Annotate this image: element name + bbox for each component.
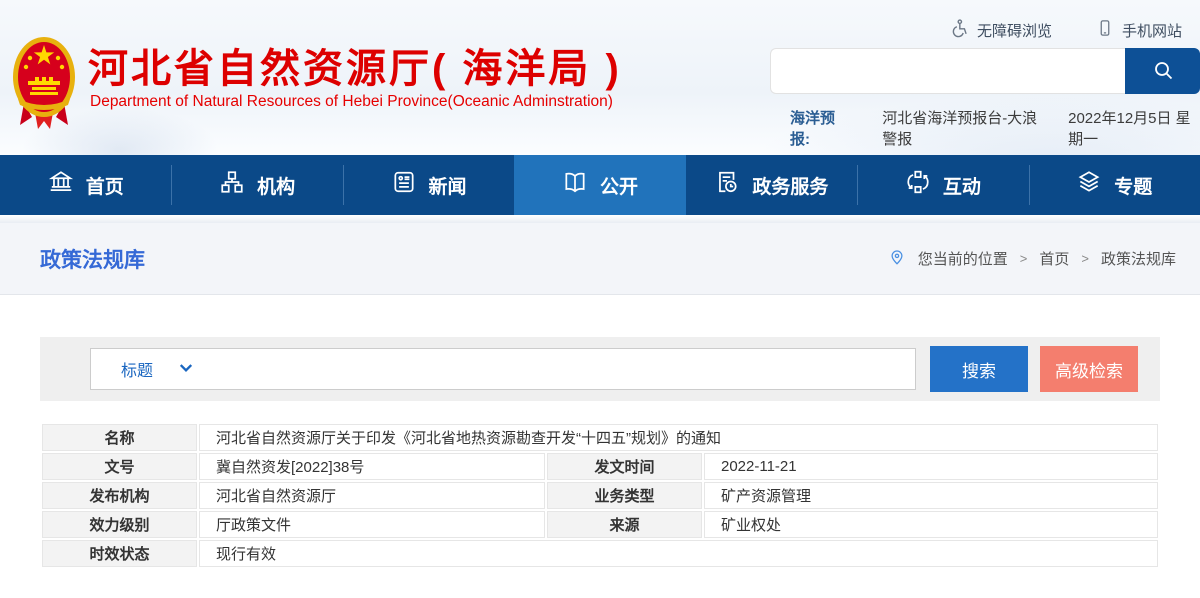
policy-search-band: 标题 搜索 高级检索 <box>40 337 1160 401</box>
nav-label: 互动 <box>943 172 981 199</box>
field-value: 厅政策文件 <box>199 511 545 538</box>
mobile-site-label: 手机网站 <box>1122 20 1182 41</box>
nav-label: 首页 <box>86 172 124 199</box>
table-row: 文号 冀自然资发[2022]38号 发文时间 2022-11-21 <box>42 453 1158 480</box>
location-pin-icon <box>888 247 906 271</box>
nav-item-news[interactable]: 新闻 <box>343 155 514 215</box>
nav-item-org[interactable]: 机构 <box>171 155 342 215</box>
accessibility-link[interactable]: 无障碍浏览 <box>949 18 1052 42</box>
search-icon <box>1151 58 1175 85</box>
breadcrumb-separator: > <box>1020 251 1028 266</box>
nav-label: 公开 <box>600 172 638 199</box>
field-value: 河北省自然资源厅关于印发《河北省地热资源勘查开发“十四五”规划》的通知 <box>199 424 1158 451</box>
topbar-links: 无障碍浏览 手机网站 <box>949 18 1182 42</box>
field-label: 来源 <box>547 511 702 538</box>
nav-item-services[interactable]: 政务服务 <box>686 155 857 215</box>
main-nav: 首页 机构 新闻 公开 <box>0 155 1200 215</box>
nav-item-public[interactable]: 公开 <box>514 155 685 215</box>
mobile-site-link[interactable]: 手机网站 <box>1096 18 1182 42</box>
field-label: 业务类型 <box>547 482 702 509</box>
site-title: 河北省自然资源厅( 海洋局 ) <box>88 36 622 94</box>
page-title: 政策法规库 <box>40 244 145 274</box>
accessibility-label: 无障碍浏览 <box>977 20 1052 41</box>
policy-detail-table: 名称 河北省自然资源厅关于印发《河北省地热资源勘查开发“十四五”规划》的通知 文… <box>40 422 1160 569</box>
accessibility-icon <box>949 18 969 42</box>
breadcrumb-separator: > <box>1081 251 1089 266</box>
breadcrumb-bar: 政策法规库 您当前的位置 > 首页 > 政策法规库 <box>0 223 1200 295</box>
header-search-button[interactable] <box>1125 48 1200 94</box>
news-icon <box>391 169 417 201</box>
field-value: 冀自然资发[2022]38号 <box>199 453 545 480</box>
field-label: 时效状态 <box>42 540 197 567</box>
field-value: 矿业权处 <box>704 511 1158 538</box>
national-emblem-logo <box>10 33 78 138</box>
breadcrumb: 您当前的位置 > 首页 > 政策法规库 <box>888 247 1176 271</box>
interact-icon <box>905 169 931 201</box>
table-row: 名称 河北省自然资源厅关于印发《河北省地热资源勘查开发“十四五”规划》的通知 <box>42 424 1158 451</box>
field-label: 效力级别 <box>42 511 197 538</box>
nav-label: 专题 <box>1114 172 1152 199</box>
forecast-station[interactable]: 河北省海洋预报台-大浪警报 <box>882 107 1042 149</box>
table-row: 效力级别 厅政策文件 来源 矿业权处 <box>42 511 1158 538</box>
forecast-label: 海洋预报: <box>790 107 846 149</box>
table-row: 时效状态 现行有效 <box>42 540 1158 567</box>
nav-label: 机构 <box>257 172 295 199</box>
home-icon <box>48 169 74 201</box>
nav-label: 政务服务 <box>752 172 828 199</box>
org-icon <box>219 169 245 201</box>
breadcrumb-home[interactable]: 首页 <box>1039 248 1069 269</box>
header-search <box>770 48 1200 94</box>
policy-search-input[interactable] <box>203 349 915 389</box>
ocean-forecast-bar: 海洋预报: 河北省海洋预报台-大浪警报 2022年12月5日 星期一 <box>790 107 1200 149</box>
field-selector-label: 标题 <box>121 357 153 381</box>
field-label: 发布机构 <box>42 482 197 509</box>
field-value: 矿产资源管理 <box>704 482 1158 509</box>
breadcrumb-current[interactable]: 政策法规库 <box>1101 248 1176 269</box>
site-header: 无障碍浏览 手机网站 <box>0 0 1200 155</box>
field-label: 名称 <box>42 424 197 451</box>
chevron-down-icon <box>179 360 193 378</box>
nav-item-home[interactable]: 首页 <box>0 155 171 215</box>
nav-shadow-strip <box>0 215 1200 223</box>
field-label: 文号 <box>42 453 197 480</box>
topics-icon <box>1076 169 1102 201</box>
services-icon <box>714 169 740 201</box>
breadcrumb-location-label: 您当前的位置 <box>918 248 1008 269</box>
nav-label: 新闻 <box>429 172 467 199</box>
policy-search-combo: 标题 <box>90 348 916 390</box>
mobile-phone-icon <box>1096 18 1114 42</box>
table-row: 发布机构 河北省自然资源厅 业务类型 矿产资源管理 <box>42 482 1158 509</box>
field-value: 2022-11-21 <box>704 453 1158 480</box>
search-button[interactable]: 搜索 <box>930 346 1028 392</box>
field-selector-dropdown[interactable]: 标题 <box>91 357 203 381</box>
advanced-search-button[interactable]: 高级检索 <box>1040 346 1138 392</box>
field-label: 发文时间 <box>547 453 702 480</box>
site-subtitle: Department of Natural Resources of Hebei… <box>90 93 613 111</box>
header-search-input[interactable] <box>770 48 1125 94</box>
nav-item-interact[interactable]: 互动 <box>857 155 1028 215</box>
nav-item-topics[interactable]: 专题 <box>1029 155 1200 215</box>
open-book-icon <box>562 169 588 201</box>
field-value: 现行有效 <box>199 540 1158 567</box>
forecast-date: 2022年12月5日 星期一 <box>1068 107 1200 149</box>
field-value: 河北省自然资源厅 <box>199 482 545 509</box>
